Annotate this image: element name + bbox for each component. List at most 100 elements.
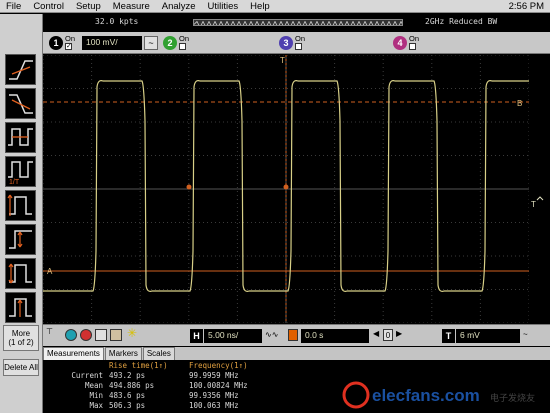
row-label: Min (89, 391, 103, 400)
channel-1-scale-field[interactable]: 100 mV/ (82, 35, 142, 50)
channel-3-on-checkbox[interactable] (295, 43, 302, 50)
delay-left-icon[interactable]: ◀ (373, 329, 379, 343)
channel-2-group: 2 On (163, 35, 193, 50)
rise-time-value: 493.2 ps (109, 371, 146, 380)
channel-1-coupling-icon[interactable]: ~ (144, 35, 158, 50)
delay-field[interactable]: 0.0 s (301, 329, 369, 343)
vtop-icon (8, 263, 32, 284)
frequency-value: 100.063 MHz (189, 401, 239, 410)
stop-icon[interactable] (80, 329, 92, 341)
fall-time-measure-button[interactable] (5, 88, 36, 119)
frequency-value: 100.00824 MHz (189, 381, 248, 390)
bottom-tabs: Measurements Markers Scales (43, 347, 550, 360)
autoscale-icon[interactable]: ✳ (127, 326, 137, 340)
trigger-slope-icon[interactable]: ~ (523, 330, 528, 344)
channel-2-on: On (179, 35, 193, 50)
marker-a-label: A (47, 267, 53, 276)
menu-analyze[interactable]: Analyze (156, 0, 202, 13)
tab-markers[interactable]: Markers (104, 347, 142, 360)
delete-all-button[interactable]: Delete All (3, 359, 39, 376)
rise-time-value: 494.886 ps (109, 381, 155, 390)
control-row: ⊤ ✳ H 5.00 ns/ ∿∿ 0.0 s ◀ 0 ▶ T 6 mV ~ (43, 324, 550, 346)
vmax-icon (9, 298, 32, 317)
pos-width-measure-button[interactable] (5, 190, 36, 221)
amplitude-icon (9, 230, 32, 249)
delay-right-icon[interactable]: ▶ (396, 329, 402, 343)
rise-time-value: 506.3 ps (109, 401, 146, 410)
channel-4-on-label: On (409, 34, 420, 43)
trigger-level-label: T (442, 329, 455, 343)
channel-4-on-checkbox[interactable] (409, 43, 416, 50)
vmax-measure-button[interactable] (5, 292, 36, 323)
watermark-svg: elecfans.com 电子发烧友 (342, 381, 535, 409)
channel-1-group: 1 On ✓ 100 mV/ ~ (49, 35, 158, 50)
channel-4-button[interactable]: 4 (393, 35, 407, 50)
more-page: (1 of 2) (8, 338, 34, 347)
sample-points: 32.0 kpts (95, 17, 139, 26)
acquisition-info-row: 32.0 kpts 2GHz Reduced BW (43, 14, 550, 32)
sidebar-buttons: More (1 of 2) Delete All (3, 325, 39, 384)
menu-measure[interactable]: Measure (107, 0, 156, 13)
channel-2-on-checkbox[interactable] (179, 43, 186, 50)
horizontal-label: H (190, 329, 203, 343)
bandwidth-label: 2GHz Reduced BW (425, 17, 498, 26)
menu-bar: File Control Setup Measure Analyze Utili… (0, 0, 550, 13)
rise-time-header[interactable]: Rise time(1↑) (109, 361, 168, 370)
trigger-level-field[interactable]: 6 mV (456, 329, 520, 343)
print-icon[interactable] (110, 329, 122, 341)
channel-row: 1 On ✓ 100 mV/ ~ 2 On 3 On 4 On (43, 32, 550, 54)
frequency-measure-button[interactable]: 1/T (5, 156, 36, 187)
frequency-header[interactable]: Frequency(1↑) (189, 361, 248, 370)
svg-text:1/T: 1/T (9, 179, 20, 186)
channel-1-button[interactable]: 1 (49, 35, 63, 50)
delay-reference-icon[interactable] (288, 329, 298, 341)
row-label: Max (89, 401, 103, 410)
delay-zero-icon[interactable]: 0 (383, 329, 393, 341)
frequency-value: 99.9356 MHz (189, 391, 239, 400)
channel-4-group: 4 On (393, 35, 423, 50)
table-row: Current 493.2 ps 99.9959 MHz (43, 371, 343, 381)
row-label: Mean (84, 381, 103, 390)
single-icon[interactable] (95, 329, 107, 341)
amplitude-measure-button[interactable] (5, 224, 36, 255)
record-scrollbar[interactable] (193, 19, 403, 26)
waveform-display[interactable]: A B T (42, 54, 530, 324)
menu-file[interactable]: File (0, 0, 27, 13)
table-row: Min 483.6 ps 99.9356 MHz (43, 391, 343, 401)
more-button[interactable]: More (1 of 2) (3, 325, 39, 351)
right-marker-strip: T (529, 55, 550, 323)
trigger-level-marker[interactable]: T (531, 200, 536, 209)
watermark-logo: elecfans.com 电子发烧友 (340, 377, 550, 413)
channel-3-button[interactable]: 3 (279, 35, 293, 50)
channel-2-button[interactable]: 2 (163, 35, 177, 50)
menu-control[interactable]: Control (27, 0, 70, 13)
tab-scales[interactable]: Scales (142, 347, 175, 360)
coupling-toggle-icon[interactable]: ∿∿ (265, 330, 278, 344)
period-icon (8, 128, 33, 146)
period-measure-button[interactable] (5, 122, 36, 153)
trigger-marker-label: T (280, 56, 285, 65)
table-row: Mean 494.886 ps 100.00824 MHz (43, 381, 343, 391)
pos-width-icon (7, 194, 32, 216)
marker-dot (186, 184, 192, 190)
left-toolbar: 1/T More (1 of 2) Delete All (0, 14, 43, 413)
table-row: Max 506.3 ps 100.063 MHz (43, 401, 343, 411)
trigger-level-marker-svg: T (531, 196, 544, 209)
frequency-value: 99.9959 MHz (189, 371, 239, 380)
channel-1-on: On ✓ (65, 35, 79, 50)
tab-measurements[interactable]: Measurements (43, 347, 104, 360)
menu-setup[interactable]: Setup (70, 0, 107, 13)
marker-dot (283, 184, 289, 190)
channel-3-on: On (295, 35, 309, 50)
rise-time-measure-button[interactable] (5, 54, 36, 85)
rise-time-value: 483.6 ps (109, 391, 146, 400)
more-label: More (11, 329, 31, 338)
menu-help[interactable]: Help (244, 0, 276, 13)
channel-1-on-checkbox[interactable]: ✓ (65, 43, 72, 50)
vtop-measure-button[interactable] (5, 258, 36, 289)
timebase-field[interactable]: 5.00 ns/ (204, 329, 262, 343)
menu-utilities[interactable]: Utilities (202, 0, 245, 13)
frequency-icon: 1/T (8, 161, 33, 186)
row-label: Current (71, 371, 103, 380)
run-icon[interactable] (65, 329, 77, 341)
